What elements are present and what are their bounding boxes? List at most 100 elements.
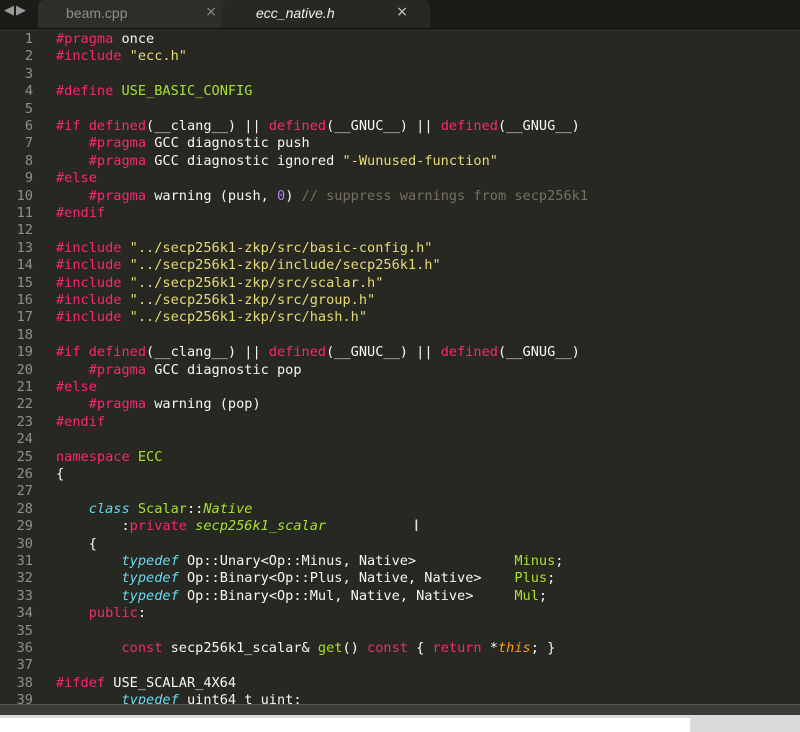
code-token: defined [268,344,327,361]
code-token: #pragma [88,396,147,413]
code-line[interactable]: 24 [0,431,800,448]
code-token: return [432,640,482,656]
code-text: #include "ecc.h" [56,48,187,65]
code-token: Mul [514,587,539,604]
code-token: warning (pop) [146,396,261,413]
code-line[interactable]: 8 #pragma GCC diagnostic ignored "-Wunus… [0,153,800,170]
code-token: "ecc.h" [129,48,187,65]
line-number: 33 [16,587,33,604]
code-token: USE_BASIC_CONFIG [121,83,253,100]
line-number: 32 [16,570,33,587]
code-line[interactable]: 32 typedef Op::Binary<Op::Plus, Native, … [0,570,800,587]
line-number: 30 [16,535,33,552]
code-token: (__clang__) || [146,344,269,361]
code-line[interactable]: 28 class Scalar::Native [0,501,800,518]
close-icon[interactable]: × [205,4,217,20]
code-line[interactable]: 16 #include "../secp256k1-zkp/src/group.h… [0,292,800,309]
code-token: (__GNUC__) || [326,344,441,361]
code-token: #include [56,309,122,326]
code-line[interactable]: 26 { [0,466,800,483]
code-line[interactable]: 25 namespace ECC [0,449,800,466]
code-token: #pragma [88,135,147,152]
code-line[interactable]: 35 [0,623,800,640]
code-line[interactable]: 9 #else [0,170,800,187]
code-line[interactable]: 34 public: [0,605,800,622]
chevron-left-icon[interactable]: ◀ [4,3,16,18]
code-line[interactable]: 6 #if defined(__clang__) || defined(__GNU… [0,118,800,135]
code-token: Op::Binary<Op::Plus, Native, Native> [178,570,515,587]
code-line[interactable]: 10 #pragma warning (push, 0) // suppress… [0,188,800,205]
line-number: 27 [16,483,33,500]
line-number: 9 [24,170,33,187]
code-line[interactable]: 30 { [0,536,800,553]
code-token: (__GNUC__) || [326,118,441,134]
code-line[interactable]: 18 [0,327,800,344]
line-number: 4 [24,83,33,100]
close-icon[interactable]: × [396,4,408,20]
code-line[interactable]: 39 typedef uint64_t uint; [0,692,800,704]
code-text: :private secp256k1_scalar [56,518,326,535]
code-line[interactable]: 14 #include "../secp256k1-zkp/include/sec… [0,257,800,274]
code-line[interactable]: 22 #pragma warning (pop) [0,396,800,413]
code-text: typedef uint64_t uint; [56,692,301,704]
code-line[interactable]: 11 #endif [0,205,800,222]
code-line[interactable]: 36 const secp256k1_scalar& get() const {… [0,640,800,657]
code-token: defined [88,344,147,361]
code-line[interactable]: 33 typedef Op::Binary<Op::Mul, Native, N… [0,588,800,605]
code-token: secp256k1_scalar [195,518,327,535]
code-line[interactable]: 13 #include "../secp256k1-zkp/src/basic-c… [0,240,800,257]
code-token: typedef [121,570,179,587]
code-token: "../secp256k1-zkp/include/secp256k1.h" [129,257,441,274]
code-line[interactable]: 15 #include "../secp256k1-zkp/src/scalar.… [0,275,800,292]
code-editor[interactable]: 1 #pragma once 2 #include "ecc.h" 3 4 #define … [0,29,800,704]
code-line[interactable]: 37 [0,657,800,674]
code-line[interactable]: 3 [0,66,800,83]
code-token: #include [56,292,122,308]
code-token: const [367,640,408,656]
line-number: 25 [16,448,33,465]
horizontal-scrollbar[interactable] [0,704,800,715]
code-text: public: [56,605,146,622]
code-line[interactable]: 12 [0,222,800,239]
code-line[interactable]: 19 #if defined(__clang__) || defined(__GN… [0,344,800,361]
code-line[interactable]: 7 #pragma GCC diagnostic push [0,135,800,152]
panel-input[interactable] [0,718,690,732]
code-text: typedef Op::Binary<Op::Mul, Native, Nati… [56,588,547,605]
code-token: GCC diagnostic push [146,135,310,152]
code-token: defined [440,344,498,361]
code-token: secp256k1_scalar& [162,640,318,656]
chevron-right-icon[interactable]: ▶ [16,3,28,18]
code-line[interactable]: 17 #include "../secp256k1-zkp/src/hash.h" [0,309,800,326]
code-line[interactable]: 4 #define USE_BASIC_CONFIG [0,83,800,100]
code-line[interactable]: 2 #include "ecc.h" [0,48,800,65]
tab-nav-arrows: ◀▶ [4,3,28,18]
code-token: defined [88,118,147,134]
code-text: #define USE_BASIC_CONFIG [56,83,252,100]
code-line[interactable]: 1 #pragma once [0,31,800,48]
code-text: #include "../secp256k1-zkp/src/basic-con… [56,240,433,257]
code-line[interactable]: 31 typedef Op::Unary<Op::Minus, Native> … [0,553,800,570]
code-line[interactable]: 21 #else [0,379,800,396]
code-line[interactable]: 5 [0,101,800,118]
tab-beam-cpp[interactable]: beam.cpp × [38,0,233,28]
line-number: 11 [16,205,33,221]
code-text: typedef Op::Unary<Op::Minus, Native> Min… [56,553,563,570]
code-token: #pragma [88,187,147,204]
code-text: #ifdef USE_SCALAR_4X64 [56,675,236,692]
code-token: Scalar [137,500,187,517]
code-text: #endif [56,205,105,222]
code-line[interactable]: 23 #endif [0,414,800,431]
code-line[interactable]: 27 [0,483,800,500]
code-token: #endif [56,413,106,430]
tab-ecc-native-h[interactable]: ecc_native.h × [222,0,430,28]
code-line[interactable]: 20 #pragma GCC diagnostic pop [0,362,800,379]
code-line[interactable]: 38 #ifdef USE_SCALAR_4X64 [0,675,800,692]
code-line[interactable]: 29 :private secp256k1_scalar [0,518,800,535]
code-text: typedef Op::Binary<Op::Plus, Native, Nat… [56,570,555,587]
